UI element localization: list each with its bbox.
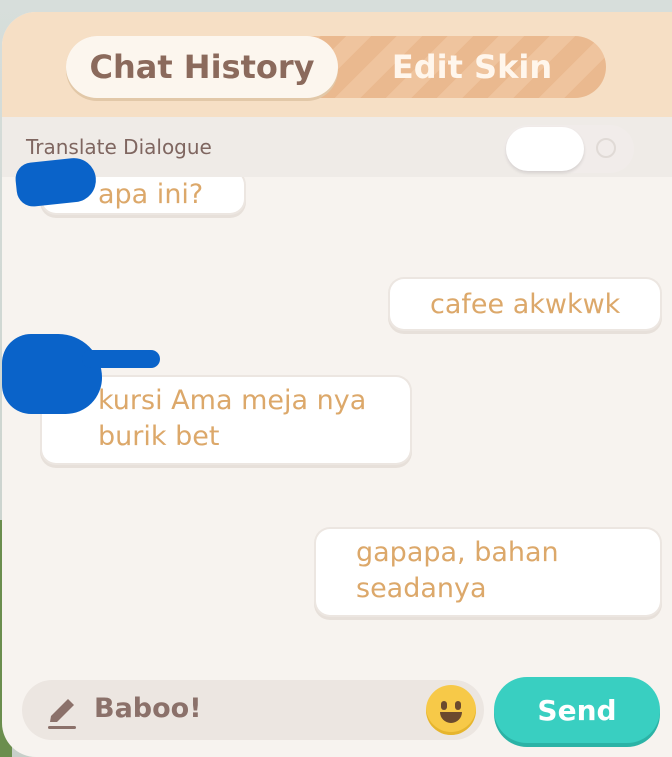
redaction-mark <box>82 350 160 368</box>
smiley-emoji-icon[interactable] <box>426 685 476 735</box>
chat-messages[interactable]: apa ini? cafee akwkwk kursi Ama meja nya… <box>2 177 672 682</box>
emoji-eye <box>455 701 461 710</box>
toggle-knob <box>506 127 584 171</box>
message-bubble-right: gapapa, bahan seadanya <box>316 529 660 615</box>
tab-bar: Chat History Edit Skin <box>66 36 606 98</box>
send-button[interactable]: Send <box>494 677 660 743</box>
translate-toggle[interactable] <box>504 125 634 173</box>
chat-panel: Chat History Edit Skin Translate Dialogu… <box>2 12 672 757</box>
pencil-icon <box>48 699 76 729</box>
message-bubble-right: cafee akwkwk <box>390 279 660 329</box>
translate-label: Translate Dialogue <box>26 135 212 159</box>
emoji-eye <box>441 701 447 710</box>
tab-chat-history[interactable]: Chat History <box>66 36 338 98</box>
message-input[interactable]: Baboo! <box>22 680 484 740</box>
translate-row: Translate Dialogue <box>2 117 672 177</box>
panel-header: Chat History Edit Skin <box>2 12 672 117</box>
toggle-off-indicator <box>596 138 616 158</box>
tab-edit-skin[interactable]: Edit Skin <box>338 36 606 98</box>
emoji-mouth <box>440 712 462 723</box>
redaction-mark <box>2 334 102 414</box>
input-value: Baboo! <box>94 693 202 724</box>
